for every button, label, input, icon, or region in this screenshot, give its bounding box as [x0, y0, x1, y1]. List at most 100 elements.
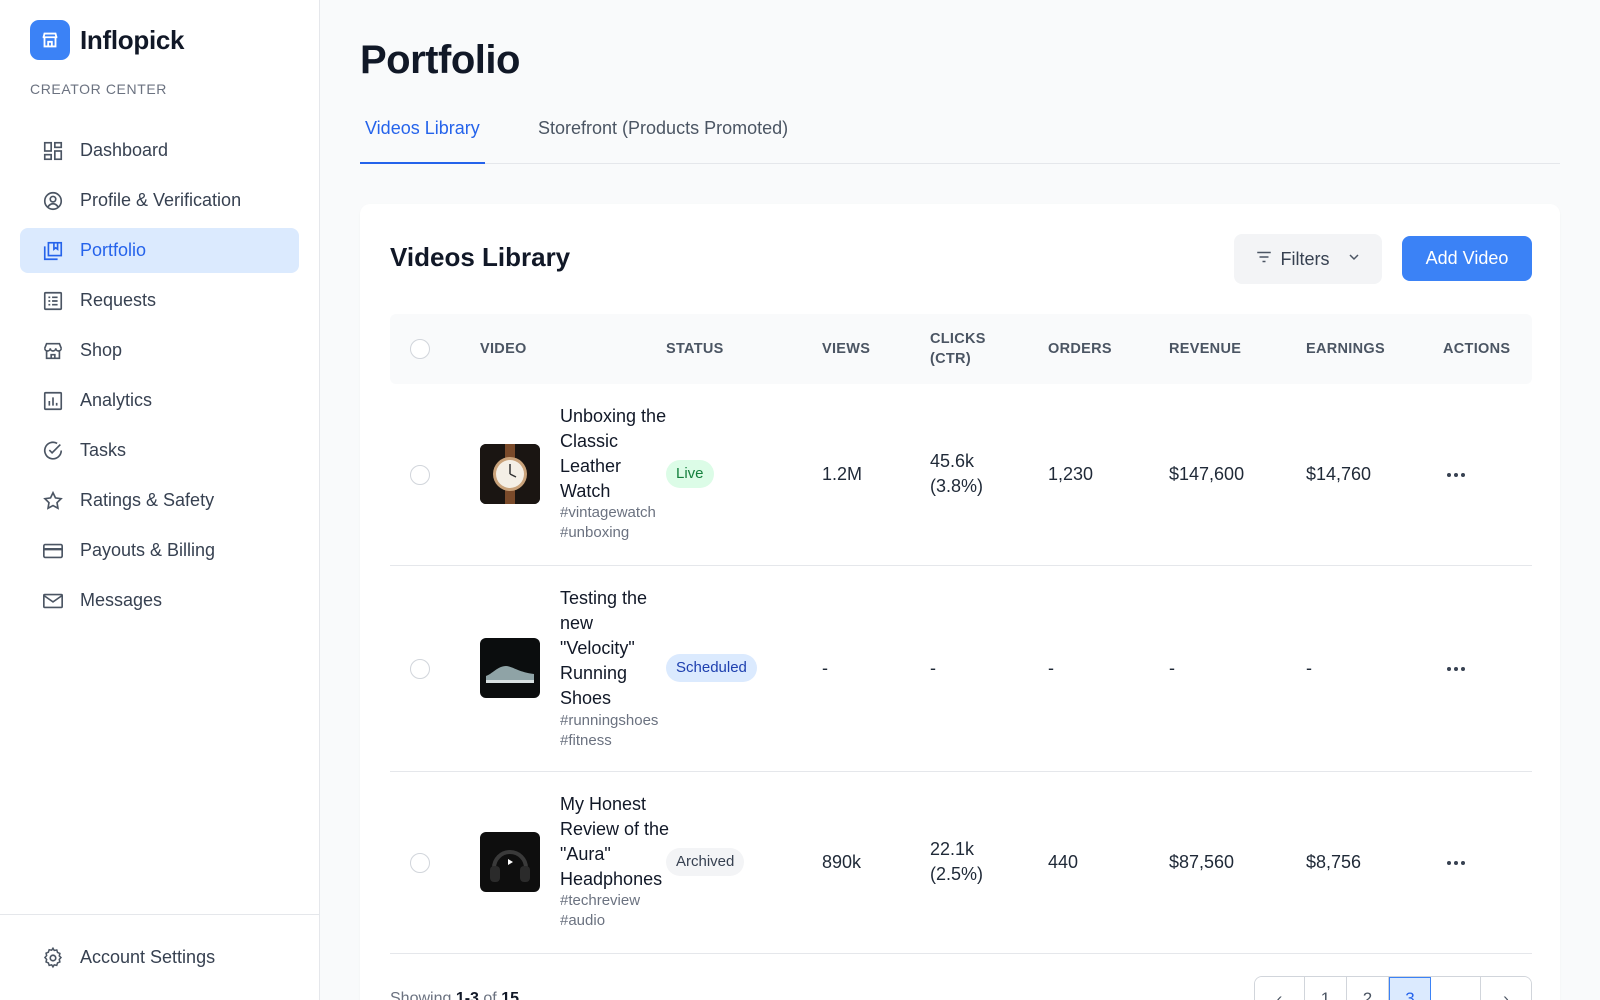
col-video: VIDEO — [480, 341, 527, 357]
col-orders: ORDERS — [1048, 341, 1112, 357]
sidebar-item-label: Analytics — [80, 390, 153, 410]
clicks-value: - — [930, 658, 936, 678]
video-thumbnail-watch[interactable] — [480, 444, 540, 504]
videos-table: VIDEO STATUS VIEWS CLICKS (CTR) ORDERS R… — [390, 314, 1532, 954]
status-badge: Scheduled — [666, 654, 757, 682]
page-3-button[interactable]: 3 — [1389, 977, 1431, 1000]
brand[interactable]: Inflopick — [30, 20, 185, 60]
earnings-value: $8,756 — [1306, 852, 1362, 872]
page-1-button[interactable]: 1 — [1305, 977, 1347, 1000]
table-row[interactable]: Unboxing the Classic Leather Watch #vint… — [390, 384, 1532, 566]
sidebar-item-shop[interactable]: Shop — [20, 328, 299, 373]
sidebar-item-dashboard[interactable]: Dashboard — [20, 128, 299, 173]
portfolio-icon — [40, 238, 66, 264]
video-title: My Honest Review of the "Aura" Headphone… — [560, 794, 670, 889]
col-earnings: EARNINGS — [1306, 341, 1385, 357]
sidebar-item-label: Ratings & Safety — [80, 490, 215, 510]
user-circle-icon — [40, 188, 66, 214]
video-thumbnail-headphones[interactable] — [480, 832, 540, 892]
sidebar-nav: Dashboard Profile & Verification Portfol… — [20, 128, 299, 628]
page-ellipsis[interactable] — [1431, 977, 1481, 1000]
video-title: Unboxing the Classic Leather Watch — [560, 406, 667, 501]
more-actions-icon[interactable] — [1444, 851, 1468, 875]
showing-of: of — [483, 990, 497, 1000]
mail-icon — [40, 588, 66, 614]
earnings-value: - — [1306, 658, 1312, 678]
gear-icon — [40, 945, 66, 971]
sidebar: Inflopick CREATOR CENTER Dashboard Profi… — [0, 0, 320, 1000]
sidebar-item-label: Tasks — [80, 440, 127, 460]
row-select-radio[interactable] — [410, 465, 430, 485]
select-all-radio[interactable] — [410, 339, 430, 359]
sidebar-footer: Account Settings — [0, 914, 320, 1000]
sidebar-item-requests[interactable]: Requests — [20, 278, 299, 323]
sidebar-item-tasks[interactable]: Tasks — [20, 428, 299, 473]
account-settings-link[interactable]: Account Settings — [20, 935, 299, 980]
tab-videos-library[interactable]: Videos Library — [360, 104, 485, 164]
tab-storefront[interactable]: Storefront (Products Promoted) — [533, 104, 793, 164]
revenue-value: - — [1169, 658, 1175, 678]
sidebar-item-label: Profile & Verification — [80, 190, 242, 210]
sidebar-item-label: Dashboard — [80, 140, 169, 160]
clicks-value: 45.6k (3.8%) — [930, 451, 984, 496]
views-value: 1.2M — [822, 464, 863, 484]
orders-value: - — [1048, 658, 1054, 678]
chart-icon — [40, 388, 66, 414]
showing-total: 15 — [501, 990, 519, 1000]
videos-library-card: Videos Library Filters Add Video VIDEO S… — [360, 204, 1560, 1000]
col-actions: ACTIONS — [1443, 341, 1511, 357]
sidebar-item-label: Messages — [80, 590, 163, 610]
sidebar-item-ratings[interactable]: Ratings & Safety — [20, 478, 299, 523]
table-row[interactable]: Testing the new "Velocity" Running Shoes… — [390, 566, 1532, 772]
store-logo-icon — [30, 20, 70, 60]
sidebar-item-label: Portfolio — [80, 240, 147, 260]
more-actions-icon[interactable] — [1444, 657, 1468, 681]
revenue-value: $147,600 — [1169, 464, 1245, 484]
views-value: 890k — [822, 852, 862, 872]
showing-range: 1-3 — [455, 990, 479, 1000]
star-icon — [40, 488, 66, 514]
showing-prefix: Showing — [390, 990, 452, 1000]
chevron-down-icon — [1346, 249, 1362, 270]
sidebar-item-label: Payouts & Billing — [80, 540, 216, 560]
col-revenue: REVENUE — [1169, 341, 1242, 357]
views-value: - — [822, 658, 828, 678]
revenue-value: $87,560 — [1169, 852, 1235, 872]
table-header: VIDEO STATUS VIEWS CLICKS (CTR) ORDERS R… — [390, 314, 1532, 384]
list-icon — [40, 288, 66, 314]
sidebar-item-profile[interactable]: Profile & Verification — [20, 178, 299, 223]
showing-summary: Showing 1-3 of 15 — [390, 990, 519, 1000]
col-views: VIEWS — [822, 341, 871, 357]
filter-icon — [1255, 248, 1273, 271]
video-thumbnail-shoe[interactable] — [480, 638, 540, 698]
sidebar-item-payouts[interactable]: Payouts & Billing — [20, 528, 299, 573]
filters-button[interactable]: Filters — [1234, 234, 1382, 284]
orders-value: 1,230 — [1048, 464, 1094, 484]
video-tags: #runningshoes #fitness — [560, 712, 659, 749]
section-label: CREATOR CENTER — [30, 81, 168, 97]
clicks-value: 22.1k (2.5%) — [930, 839, 984, 884]
video-tags: #vintagewatch #unboxing — [560, 504, 656, 541]
dashboard-icon — [40, 138, 66, 164]
orders-value: 440 — [1048, 852, 1079, 872]
video-title: Testing the new "Velocity" Running Shoes — [560, 588, 648, 708]
prev-page-button[interactable]: ‹ — [1255, 977, 1305, 1000]
sidebar-item-label: Shop — [80, 340, 123, 360]
row-select-radio[interactable] — [410, 659, 430, 679]
status-badge: Archived — [666, 848, 745, 876]
add-video-button[interactable]: Add Video — [1402, 236, 1532, 281]
more-actions-icon[interactable] — [1444, 463, 1468, 487]
sidebar-item-label: Requests — [80, 290, 157, 310]
next-page-button[interactable]: › — [1481, 977, 1531, 1000]
store-icon — [40, 338, 66, 364]
account-settings-label: Account Settings — [80, 947, 216, 967]
sidebar-item-portfolio[interactable]: Portfolio — [20, 228, 299, 273]
row-select-radio[interactable] — [410, 853, 430, 873]
sidebar-item-messages[interactable]: Messages — [20, 578, 299, 623]
earnings-value: $14,760 — [1306, 464, 1372, 484]
table-row[interactable]: My Honest Review of the "Aura" Headphone… — [390, 772, 1532, 954]
status-badge: Live — [666, 460, 714, 488]
sidebar-item-analytics[interactable]: Analytics — [20, 378, 299, 423]
page-2-button[interactable]: 2 — [1347, 977, 1389, 1000]
col-clicks: CLICKS (CTR) — [930, 331, 986, 367]
